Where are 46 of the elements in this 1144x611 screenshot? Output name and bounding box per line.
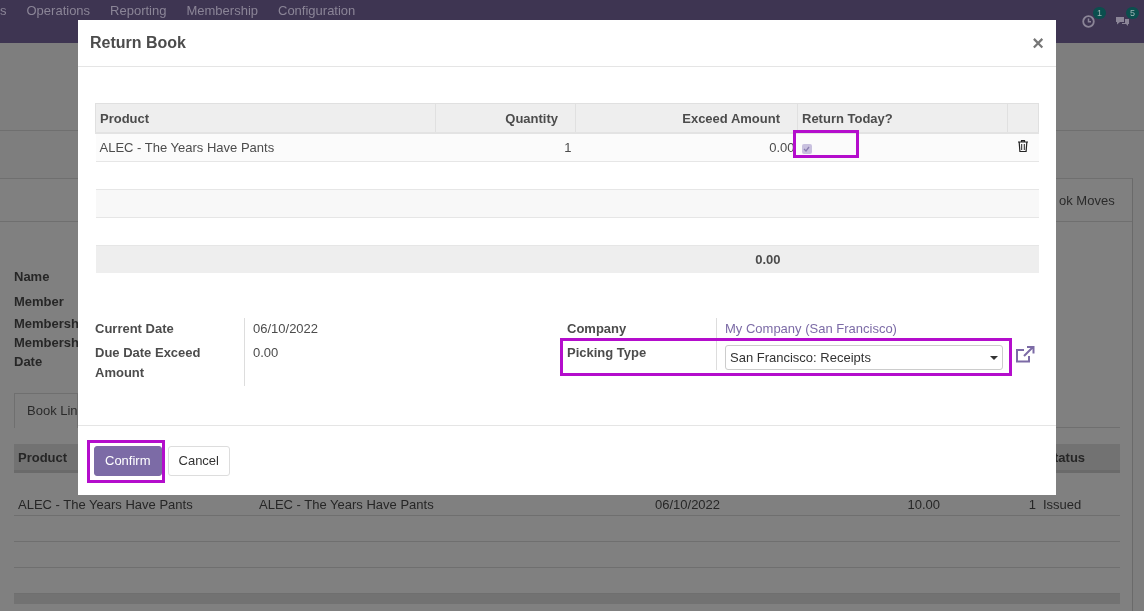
picking-type-select[interactable]: San Francisco: Receipts [725, 345, 1003, 370]
table-cell: 1 [564, 140, 572, 155]
notification-badge: 1 [1093, 7, 1106, 19]
close-button[interactable]: × [1032, 31, 1044, 55]
table-cell-text: 06/10/2022 [654, 497, 721, 512]
stat-button[interactable]: ok Moves [1059, 192, 1131, 208]
field-label: Company [567, 318, 717, 342]
external-link-icon[interactable] [1015, 346, 1035, 364]
trash-icon[interactable] [1018, 140, 1028, 152]
total-amount: 0.00 [755, 252, 781, 267]
table-cell-text: Issued [1042, 497, 1082, 512]
table-cell: ALEC - The Years Have Pants [95, 133, 436, 162]
tab[interactable]: Book Lin [14, 393, 78, 428]
dialog-title: Return Book [90, 34, 186, 52]
menu-item[interactable]: Membership [186, 3, 258, 18]
field-label: Membersh [14, 334, 81, 352]
field-label: Current Date [95, 318, 245, 342]
column-header: Quantity [435, 103, 576, 133]
company-link[interactable]: My Company (San Francisco) [725, 319, 897, 339]
table-cell-text: ALEC - The Years Have Pants [17, 497, 193, 512]
column-header: Product [95, 103, 436, 133]
menu-item[interactable]: Operations [26, 3, 91, 18]
field-label: Name [14, 268, 51, 286]
field-label: Due Date Exceed Amount [95, 342, 245, 386]
cancel-button[interactable]: Cancel [167, 445, 230, 476]
table-cell: 1 [1028, 497, 1036, 512]
field-label: Membersh [14, 315, 81, 333]
field-label: Date [14, 353, 44, 371]
field-value: 0.00 [253, 344, 279, 362]
confirm-button[interactable]: Confirm [94, 445, 162, 476]
menu-item[interactable]: Configuration [278, 3, 356, 18]
column-header: Product [17, 449, 68, 465]
menu-item[interactable]: Reporting [110, 3, 167, 18]
notification-badge: 5 [1126, 7, 1139, 19]
chat-icon[interactable] [1115, 15, 1130, 28]
table-cell-text: ALEC - The Years Have Pants [258, 497, 434, 512]
column-header: Exceed Amount [575, 103, 798, 133]
field-value: 06/10/2022 [253, 320, 319, 338]
field-label: Picking Type [567, 342, 717, 370]
field-label: Member [14, 293, 65, 311]
menu-item[interactable]: s [0, 3, 7, 18]
column-header: Return Today? [797, 103, 1008, 133]
clock-icon[interactable] [1082, 15, 1095, 28]
checkbox[interactable] [801, 143, 812, 154]
caret-icon [990, 355, 998, 360]
table-cell: 10.00 [907, 497, 940, 512]
